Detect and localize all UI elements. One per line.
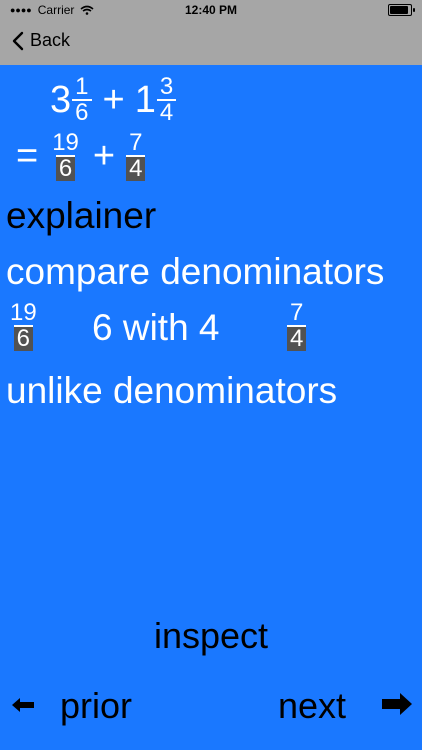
equals-sign: = [16, 134, 39, 177]
improper-b-denominator: 4 [126, 155, 146, 181]
compare-right-numerator: 7 [290, 299, 304, 326]
improper-b-numerator: 7 [129, 129, 143, 156]
inspect-button[interactable]: inspect [0, 615, 422, 657]
first-whole: 3 [50, 78, 72, 121]
bottom-controls: prior next [0, 685, 422, 727]
mixed-number-expression: 3 1 6 + 1 3 4 [50, 75, 177, 125]
improper-fraction-a: 19 6 [49, 131, 82, 181]
prior-button[interactable]: prior [60, 685, 132, 727]
first-fraction: 1 6 [72, 73, 92, 125]
compare-text: 6 with 4 [92, 307, 220, 348]
next-button[interactable]: next [278, 685, 346, 727]
battery-icon [388, 4, 415, 16]
lesson-content: 3 1 6 + 1 3 4 = 19 6 + 7 4 explainer com… [0, 65, 422, 750]
compare-right-denominator: 4 [287, 325, 307, 351]
status-bar: ●●●● Carrier 12:40 PM [0, 0, 422, 20]
improper-fraction-b: 7 4 [126, 129, 146, 181]
explainer-step: compare denominators [6, 251, 385, 292]
improper-a-numerator: 19 [52, 129, 79, 156]
explainer-result: unlike denominators [6, 370, 338, 411]
second-fraction: 3 4 [156, 73, 177, 125]
navigation-bar: Back [0, 20, 422, 65]
plus-operator-2: + [92, 134, 116, 177]
arrow-left-icon[interactable] [10, 695, 36, 715]
plus-operator: + [102, 78, 125, 121]
improper-a-denominator: 6 [55, 155, 76, 181]
compare-left-numerator: 19 [10, 299, 37, 326]
compare-left-fraction: 19 6 [7, 301, 40, 351]
compare-left-denominator: 6 [13, 325, 34, 351]
arrow-right-icon[interactable] [380, 691, 414, 717]
explainer-heading: explainer [6, 195, 157, 236]
compare-right-fraction: 7 4 [287, 299, 307, 351]
second-denominator: 4 [156, 99, 177, 125]
second-whole: 1 [134, 78, 156, 121]
first-denominator: 6 [72, 99, 92, 125]
status-time: 12:40 PM [184, 3, 238, 17]
second-numerator: 3 [159, 73, 174, 100]
chevron-left-icon [12, 31, 24, 50]
back-label: Back [30, 30, 71, 50]
first-numerator: 1 [75, 73, 89, 100]
improper-fraction-expression: = 19 6 + 7 4 [16, 131, 146, 181]
back-button[interactable]: Back [12, 30, 70, 51]
